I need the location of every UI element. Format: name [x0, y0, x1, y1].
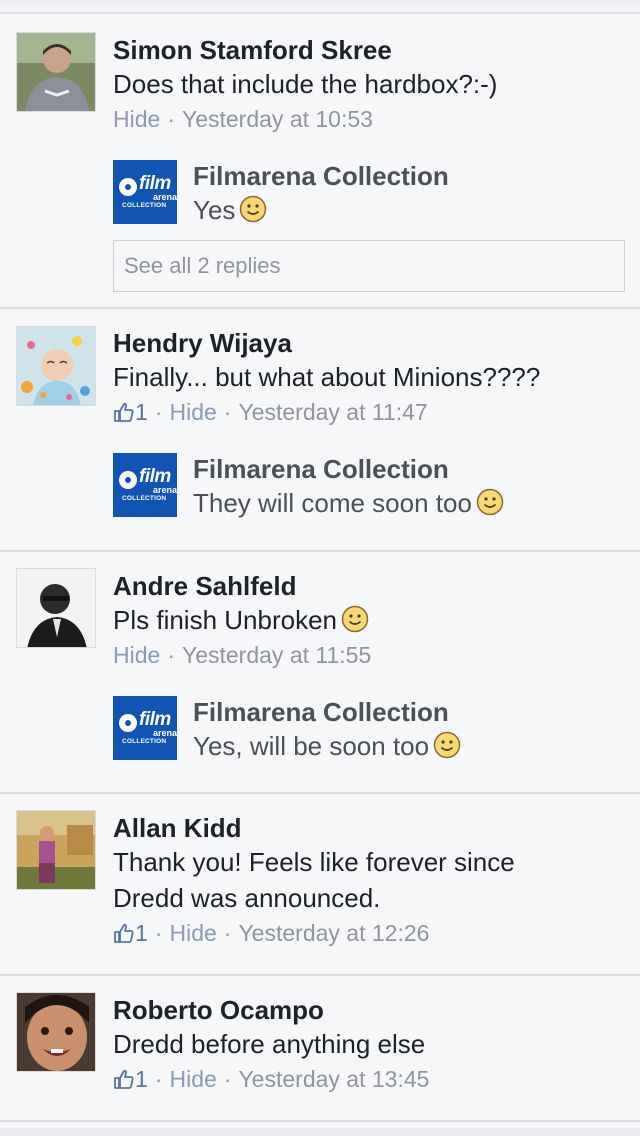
timestamp[interactable]: Yesterday at 13:45: [238, 1066, 429, 1092]
comment-text: Does that include the hardbox?:-): [113, 69, 498, 99]
avatar[interactable]: [16, 326, 96, 406]
reply-item: film arena COLLECTION Filmarena Collecti…: [113, 160, 624, 228]
avatar-image: [17, 33, 95, 111]
logo-text-film: film: [139, 709, 171, 730]
thumbs-up-icon: [114, 1069, 134, 1089]
timestamp[interactable]: Yesterday at 11:47: [238, 399, 427, 425]
separator: ·: [223, 399, 232, 425]
commenter-name[interactable]: Roberto Ocampo: [113, 994, 624, 1026]
logo-text-arena: arena: [153, 485, 177, 495]
commenter-name[interactable]: Allan Kidd: [113, 812, 624, 844]
reply-item: film arena COLLECTION Filmarena Collecti…: [113, 696, 624, 764]
comments-page: Simon Stamford Skree Does that include t…: [0, 0, 640, 1136]
comment-text-line: Pls finish Unbroken: [113, 602, 624, 638]
avatar[interactable]: [16, 32, 96, 112]
comment-text: Thank you! Feels like forever since: [113, 847, 515, 877]
comment-item: Simon Stamford Skree Does that include t…: [0, 16, 640, 309]
logo-text-arena: arena: [153, 192, 177, 202]
avatar-image: [17, 569, 95, 647]
comment-meta: Hide · Yesterday at 11:55: [113, 640, 624, 670]
separator: ·: [167, 642, 175, 668]
hide-link[interactable]: Hide: [113, 106, 160, 132]
reply-text: They will come soon too: [193, 488, 472, 518]
comment-text: Dredd before anything else: [113, 1029, 426, 1059]
comment-meta: 1 · Hide · Yesterday at 11:47: [113, 397, 624, 427]
timestamp[interactable]: Yesterday at 10:53: [182, 106, 373, 132]
timestamp[interactable]: Yesterday at 12:26: [238, 920, 429, 946]
comment-item: Roberto Ocampo Dredd before anything els…: [0, 978, 640, 1122]
avatar-image: [17, 993, 95, 1071]
timestamp[interactable]: Yesterday at 11:55: [182, 642, 371, 668]
like-count[interactable]: 1: [135, 920, 148, 946]
film-reel-icon: [119, 178, 137, 196]
avatar-image: [17, 327, 95, 405]
avatar[interactable]: [16, 568, 96, 648]
hide-link[interactable]: Hide: [169, 399, 216, 425]
thumbs-up-icon: [114, 402, 134, 422]
separator: ·: [154, 920, 163, 946]
thumbs-up-icon: [114, 923, 134, 943]
logo-text-collection: COLLECTION: [122, 202, 167, 209]
commenter-name[interactable]: Andre Sahlfeld: [113, 570, 624, 602]
reply-author[interactable]: Filmarena Collection: [193, 453, 624, 485]
reply-author[interactable]: Filmarena Collection: [193, 160, 624, 192]
hide-link[interactable]: Hide: [113, 642, 160, 668]
separator: ·: [167, 106, 175, 132]
logo-text-collection: COLLECTION: [122, 495, 167, 502]
comment-item: Allan Kidd Thank you! Feels like forever…: [0, 796, 640, 976]
hide-link[interactable]: Hide: [169, 920, 216, 946]
top-divider: [0, 0, 640, 14]
reply-text: Yes: [193, 195, 236, 225]
comment-text: Dredd was announced.: [113, 883, 381, 913]
logo-text-collection: COLLECTION: [122, 738, 167, 745]
logo-text-film: film: [139, 466, 171, 487]
smile-emoji-icon: [240, 195, 267, 223]
reply-text-line: Yes: [193, 192, 624, 228]
comment-text: Finally... but what about Minions????: [113, 362, 541, 392]
logo-text-arena: arena: [153, 728, 177, 738]
film-reel-icon: [119, 471, 137, 489]
bottom-divider: [0, 1128, 640, 1136]
commenter-name[interactable]: Hendry Wijaya: [113, 327, 624, 359]
reply-item: film arena COLLECTION Filmarena Collecti…: [113, 453, 624, 521]
separator: ·: [223, 920, 232, 946]
logo-text-film: film: [139, 173, 171, 194]
comment-meta: 1 · Hide · Yesterday at 12:26: [113, 918, 624, 948]
reply-text-line: They will come soon too: [193, 485, 624, 521]
separator: ·: [154, 399, 163, 425]
separator: ·: [223, 1066, 232, 1092]
comment-text: Pls finish Unbroken: [113, 605, 337, 635]
film-reel-icon: [119, 714, 137, 732]
comment-item: Hendry Wijaya Finally... but what about …: [0, 311, 640, 552]
reply-text-line: Yes, will be soon too: [193, 728, 624, 764]
reply-text: Yes, will be soon too: [193, 731, 430, 761]
smile-emoji-icon: [341, 605, 369, 633]
hide-link[interactable]: Hide: [169, 1066, 216, 1092]
avatar[interactable]: [16, 992, 96, 1072]
avatar-image: [17, 811, 95, 889]
filmarena-logo[interactable]: film arena COLLECTION: [113, 453, 177, 517]
smile-emoji-icon: [476, 488, 504, 516]
see-all-replies-button[interactable]: See all 2 replies: [113, 240, 625, 292]
like-count[interactable]: 1: [135, 1066, 148, 1092]
separator: ·: [154, 1066, 163, 1092]
smile-emoji-icon: [433, 731, 461, 759]
like-count[interactable]: 1: [135, 399, 148, 425]
reply-author[interactable]: Filmarena Collection: [193, 696, 624, 728]
filmarena-logo[interactable]: film arena COLLECTION: [113, 160, 177, 224]
avatar[interactable]: [16, 810, 96, 890]
filmarena-logo[interactable]: film arena COLLECTION: [113, 696, 177, 760]
comment-meta: Hide · Yesterday at 10:53: [113, 104, 624, 134]
comment-item: Andre Sahlfeld Pls finish Unbroken Hide ·…: [0, 554, 640, 794]
comment-meta: 1 · Hide · Yesterday at 13:45: [113, 1064, 624, 1094]
commenter-name[interactable]: Simon Stamford Skree: [113, 34, 624, 66]
